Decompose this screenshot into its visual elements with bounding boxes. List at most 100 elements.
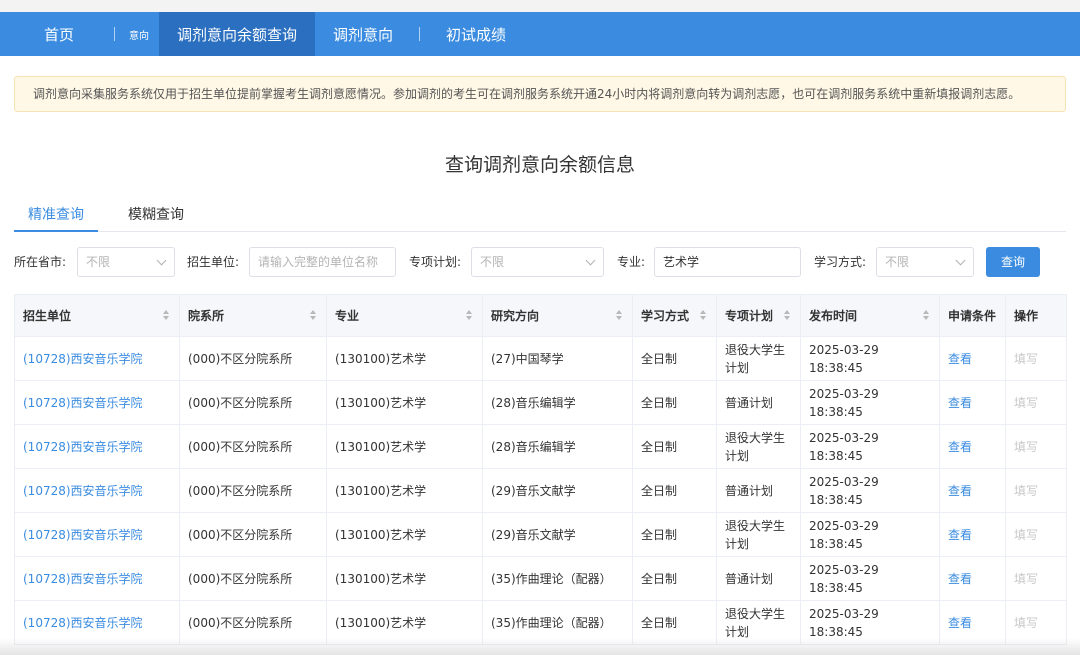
col-header-time[interactable]: 发布时间 (800, 294, 940, 337)
view-conditions-link[interactable]: 查看 (939, 424, 1006, 469)
cell-plan: 退役大学生计划 (716, 336, 801, 381)
view-conditions-link[interactable]: 查看 (939, 468, 1006, 513)
cell-major: (130100)艺术学 (326, 336, 483, 381)
cell-direction: (35)作曲理论（配器） (482, 556, 633, 601)
cell-dept: (000)不区分院系所 (179, 336, 327, 381)
search-button[interactable]: 查询 (986, 247, 1040, 277)
cell-mode: 全日制 (632, 556, 717, 601)
nav-adjust-intent[interactable]: 调剂意向 (315, 12, 411, 56)
cell-direction: (28)音乐编辑学 (482, 424, 633, 469)
cell-dept: (000)不区分院系所 (179, 512, 327, 557)
table-row: (10728)西安音乐学院 (000)不区分院系所 (130100)艺术学 (28)音… (14, 424, 1067, 469)
major-input[interactable]: 艺术学 (654, 247, 801, 277)
cell-dept: (000)不区分院系所 (179, 556, 327, 601)
fill-button: 填写 (1005, 556, 1067, 601)
cell-major: (130100)艺术学 (326, 512, 483, 557)
nav-balance-query[interactable]: 调剂意向余额查询 (159, 12, 316, 56)
page-title: 查询调剂意向余额信息 (444, 154, 635, 176)
fill-button: 填写 (1005, 468, 1067, 513)
province-select[interactable]: 不限 (77, 247, 175, 277)
top-nav: 首页 意向 调剂意向余额查询 调剂意向 初试成绩 (0, 12, 1080, 56)
cell-unit[interactable]: (10728)西安音乐学院 (14, 556, 180, 601)
mode-select[interactable]: 不限 (876, 247, 974, 277)
cell-time: 2025-03-29 18:38:45 (800, 468, 940, 513)
cell-plan: 普通计划 (716, 468, 801, 513)
plan-select[interactable]: 不限 (471, 247, 604, 277)
col-header-unit[interactable]: 招生单位 (14, 294, 180, 337)
tab-exact-query[interactable]: 精准查询 (14, 200, 98, 232)
mode-label: 学习方式: (814, 255, 867, 269)
results-table: 招生单位 院系所 专业 研究方向 学习方式 专项计划 发布时间 申请条件 操作 … (14, 294, 1067, 645)
view-conditions-link[interactable]: 查看 (939, 380, 1006, 425)
view-conditions-link[interactable]: 查看 (939, 556, 1006, 601)
col-header-op: 操作 (1005, 294, 1067, 337)
table-header-row: 招生单位 院系所 专业 研究方向 学习方式 专项计划 发布时间 申请条件 操作 (14, 294, 1067, 337)
fill-button: 填写 (1005, 380, 1067, 425)
cell-time: 2025-03-29 18:38:45 (800, 424, 940, 469)
view-conditions-link[interactable]: 查看 (939, 336, 1006, 381)
fill-button: 填写 (1005, 424, 1067, 469)
query-tabs: 精准查询 模糊查询 (14, 200, 1066, 232)
cell-major: (130100)艺术学 (326, 380, 483, 425)
view-conditions-link[interactable]: 查看 (939, 512, 1006, 557)
plan-value: 不限 (480, 255, 505, 269)
col-header-mode[interactable]: 学习方式 (632, 294, 717, 337)
cell-time: 2025-03-29 18:38:45 (800, 336, 940, 381)
table-row: (10728)西安音乐学院 (000)不区分院系所 (130100)艺术学 (29)音… (14, 512, 1067, 557)
bottom-shadow (0, 638, 1080, 655)
sort-icon[interactable] (784, 310, 792, 322)
cell-direction: (27)中国琴学 (482, 336, 633, 381)
fill-button: 填写 (1005, 512, 1067, 557)
cell-plan: 退役大学生计划 (716, 512, 801, 557)
col-header-major[interactable]: 专业 (326, 294, 483, 337)
col-header-plan[interactable]: 专项计划 (716, 294, 801, 337)
province-value: 不限 (86, 255, 111, 269)
table-row: (10728)西安音乐学院 (000)不区分院系所 (130100)艺术学 (29)音… (14, 468, 1067, 513)
nav-initial-score[interactable]: 初试成绩 (428, 12, 524, 56)
cell-dept: (000)不区分院系所 (179, 380, 327, 425)
nav-separator (419, 27, 421, 41)
sort-icon[interactable] (700, 310, 708, 322)
cell-mode: 全日制 (632, 512, 717, 557)
cell-unit[interactable]: (10728)西安音乐学院 (14, 336, 180, 381)
nav-intent-small[interactable]: 意向 (123, 12, 159, 56)
table-row: (10728)西安音乐学院 (000)不区分院系所 (130100)艺术学 (28)音… (14, 380, 1067, 425)
cell-plan: 退役大学生计划 (716, 424, 801, 469)
chevron-down-icon (585, 255, 596, 266)
table-row: (10728)西安音乐学院 (000)不区分院系所 (130100)艺术学 (35)作… (14, 556, 1067, 601)
province-label: 所在省市: (14, 255, 67, 269)
cell-mode: 全日制 (632, 380, 717, 425)
nav-separator (114, 27, 116, 41)
cell-time: 2025-03-29 18:38:45 (800, 556, 940, 601)
col-header-direction[interactable]: 研究方向 (482, 294, 633, 337)
cell-time: 2025-03-29 18:38:45 (800, 512, 940, 557)
mode-value: 不限 (885, 255, 910, 269)
nav-home[interactable]: 首页 (0, 12, 92, 56)
sort-icon[interactable] (310, 310, 318, 322)
cell-unit[interactable]: (10728)西安音乐学院 (14, 380, 180, 425)
plan-label: 专项计划: (409, 255, 462, 269)
cell-mode: 全日制 (632, 468, 717, 513)
unit-input[interactable]: 请输入完整的单位名称 (249, 247, 396, 277)
top-strip (0, 0, 1080, 12)
sort-icon[interactable] (923, 310, 931, 322)
cell-unit[interactable]: (10728)西安音乐学院 (14, 512, 180, 557)
notice-banner: 调剂意向采集服务系统仅用于招生单位提前掌握考生调剂意愿情况。参加调剂的考生可在调… (14, 76, 1066, 112)
chevron-down-icon (955, 255, 966, 266)
cell-major: (130100)艺术学 (326, 556, 483, 601)
cell-time: 2025-03-29 18:38:45 (800, 380, 940, 425)
unit-label: 招生单位: (187, 255, 240, 269)
col-header-dept[interactable]: 院系所 (179, 294, 327, 337)
cell-unit[interactable]: (10728)西安音乐学院 (14, 468, 180, 513)
sort-icon[interactable] (466, 310, 474, 322)
chevron-down-icon (156, 255, 167, 266)
tab-fuzzy-query[interactable]: 模糊查询 (114, 200, 198, 232)
cell-mode: 全日制 (632, 336, 717, 381)
cell-major: (130100)艺术学 (326, 424, 483, 469)
cell-direction: (29)音乐文献学 (482, 468, 633, 513)
cell-dept: (000)不区分院系所 (179, 424, 327, 469)
sort-icon[interactable] (616, 310, 624, 322)
sort-icon[interactable] (163, 310, 171, 322)
cell-unit[interactable]: (10728)西安音乐学院 (14, 424, 180, 469)
filter-bar: 所在省市: 不限 招生单位: 请输入完整的单位名称 专项计划: 不限 专业: 艺… (14, 247, 1066, 277)
